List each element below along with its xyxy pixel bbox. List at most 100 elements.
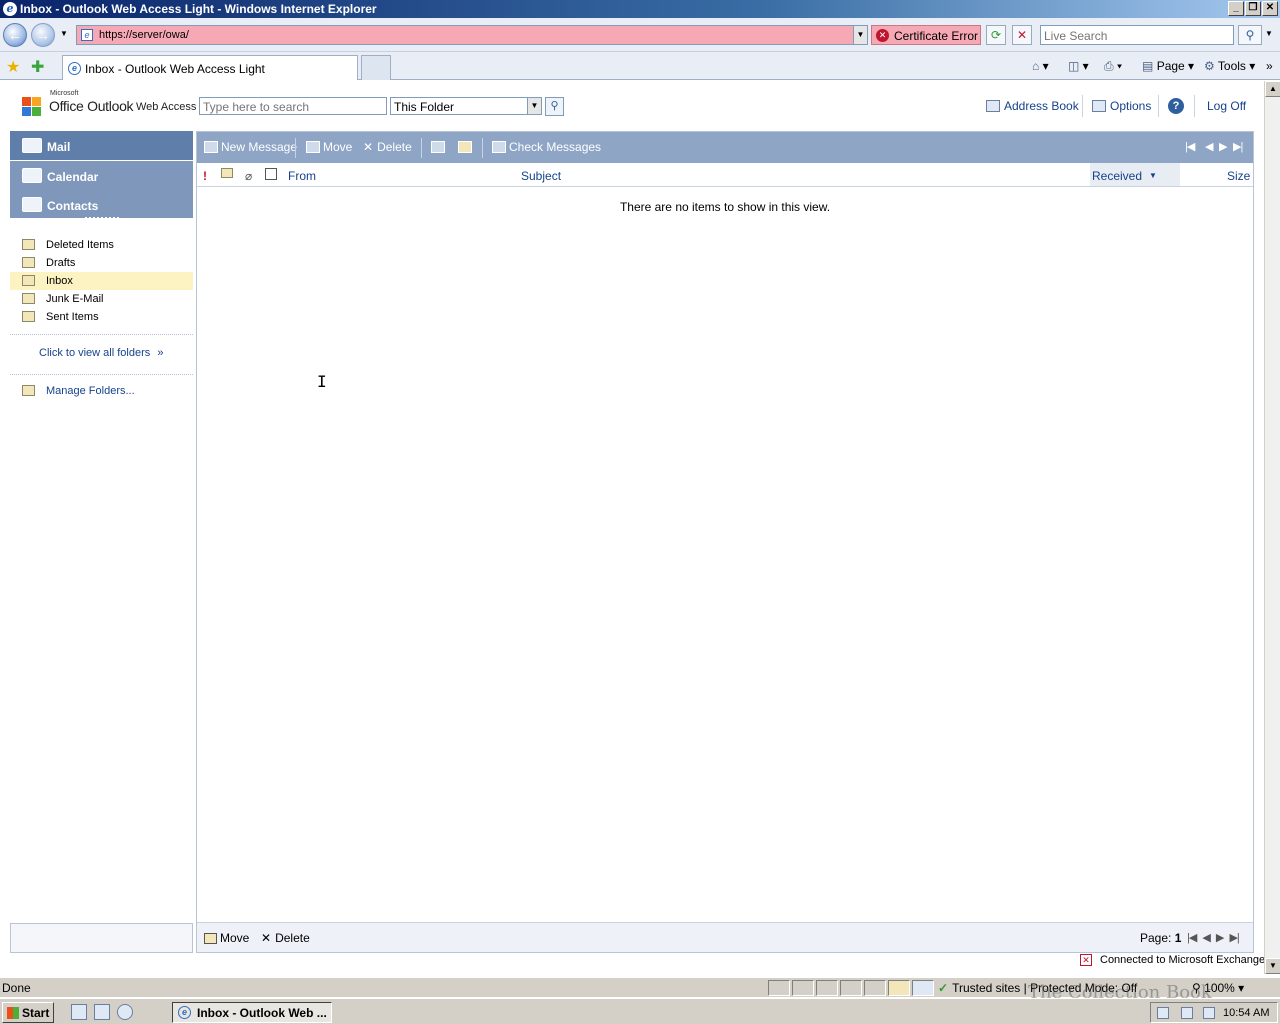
- status-cell: [792, 980, 814, 996]
- stop-button[interactable]: ✕: [1012, 25, 1032, 45]
- importance-column-icon[interactable]: !: [203, 169, 207, 183]
- clock: 10:54 AM: [1223, 1007, 1270, 1019]
- delete-button[interactable]: ✕ Delete: [363, 140, 412, 154]
- forward-button[interactable]: →: [31, 23, 55, 47]
- select-all-checkbox[interactable]: [265, 168, 277, 180]
- owa-search-field[interactable]: [199, 97, 387, 115]
- envelope-column-icon[interactable]: [221, 168, 233, 178]
- live-search-field[interactable]: [1040, 25, 1234, 45]
- delete-label: Delete: [377, 140, 412, 154]
- folder-drafts[interactable]: Drafts: [10, 254, 193, 272]
- last-page-icon[interactable]: ▶|: [1233, 140, 1243, 153]
- inbox-icon: [22, 275, 35, 286]
- print-button[interactable]: ⎙ ▾: [1104, 57, 1122, 75]
- move-label: Move: [323, 140, 353, 154]
- certificate-error-button[interactable]: ✕ Certificate Error: [871, 25, 981, 45]
- new-message-button[interactable]: New Message: [204, 140, 297, 154]
- tools-menu-button[interactable]: ⚙ Tools ▾: [1204, 57, 1255, 75]
- scroll-up-button[interactable]: ▲: [1265, 81, 1280, 97]
- folder-junk-email[interactable]: Junk E-Mail: [10, 290, 193, 308]
- mark-read-button[interactable]: [431, 140, 448, 154]
- network-tray-icon[interactable]: [1181, 1007, 1193, 1019]
- open-envelope-icon: [431, 141, 445, 153]
- feeds-button[interactable]: ◫ ▾: [1068, 57, 1089, 75]
- from-column-header[interactable]: From: [288, 169, 316, 183]
- mark-unread-button[interactable]: [458, 140, 475, 154]
- live-search-button[interactable]: ⚲: [1238, 25, 1262, 45]
- last-page-icon[interactable]: ▶|: [1229, 932, 1239, 944]
- chevron-down-icon[interactable]: ▼: [527, 98, 541, 114]
- nav-mail-button[interactable]: Mail: [10, 131, 193, 160]
- privacy-icon[interactable]: [912, 980, 934, 996]
- next-page-icon[interactable]: ▶: [1219, 140, 1228, 153]
- add-favorite-icon[interactable]: ✚: [31, 57, 44, 77]
- back-button[interactable]: ←: [3, 23, 27, 47]
- volume-tray-icon[interactable]: [1203, 1007, 1215, 1019]
- help-icon[interactable]: ?: [1168, 98, 1184, 114]
- security-tray-icon[interactable]: [1157, 1007, 1169, 1019]
- tab-inbox[interactable]: e Inbox - Outlook Web Access Light: [62, 55, 358, 80]
- size-column-header[interactable]: Size: [1227, 169, 1250, 183]
- drafts-icon: [22, 257, 35, 268]
- home-button[interactable]: ⌂ ▾: [1032, 57, 1049, 75]
- refresh-button[interactable]: ⟳: [986, 25, 1006, 45]
- vertical-scrollbar[interactable]: ▲ ▼: [1264, 81, 1280, 974]
- start-button[interactable]: Start: [2, 1002, 54, 1023]
- previous-page-icon[interactable]: ◀: [1205, 140, 1214, 153]
- address-book-link[interactable]: Address Book: [986, 99, 1079, 113]
- nav-calendar-button[interactable]: Calendar: [10, 161, 193, 190]
- attachment-column-icon[interactable]: ⌀: [245, 169, 252, 183]
- left-navigation: Mail Calendar Contacts Deleted Items Dra…: [10, 131, 193, 953]
- taskbar-item-ie[interactable]: e Inbox - Outlook Web ...: [172, 1002, 332, 1023]
- bottom-move-button[interactable]: Move: [204, 931, 249, 945]
- search-scope-select[interactable]: This Folder ▼: [390, 97, 542, 115]
- folder-deleted-items[interactable]: Deleted Items: [10, 236, 193, 254]
- manage-folders-link[interactable]: Manage Folders...: [22, 385, 135, 397]
- first-page-icon[interactable]: |◀: [1187, 932, 1197, 944]
- live-search-input[interactable]: [1044, 29, 1232, 43]
- server-manager-icon[interactable]: [71, 1004, 87, 1020]
- view-all-folders-link[interactable]: Click to view all folders »: [39, 347, 163, 359]
- minimize-button[interactable]: _: [1228, 1, 1244, 16]
- restore-button[interactable]: ❐: [1245, 1, 1261, 16]
- page-menu-button[interactable]: ▤ Page ▾: [1142, 57, 1194, 75]
- sort-descending-icon[interactable]: ▼: [1149, 171, 1157, 180]
- scroll-down-button[interactable]: ▼: [1265, 958, 1280, 974]
- folder-sent-items[interactable]: Sent Items: [10, 308, 193, 326]
- new-tab-button[interactable]: [361, 55, 391, 80]
- close-window-button[interactable]: ✕: [1262, 1, 1278, 16]
- first-page-icon[interactable]: |◀: [1185, 140, 1195, 153]
- owa-search-input[interactable]: [203, 100, 385, 114]
- message-list-pane: New Message Move ✕ Delete Check Messages …: [196, 131, 1254, 953]
- check-messages-button[interactable]: Check Messages: [492, 140, 601, 154]
- address-url[interactable]: https://server/owa/: [99, 29, 189, 41]
- move-button[interactable]: Move: [306, 140, 352, 154]
- next-page-icon[interactable]: ▶: [1216, 932, 1225, 944]
- subject-column-header[interactable]: Subject: [521, 169, 561, 183]
- move-icon: [306, 141, 320, 153]
- popup-blocker-icon[interactable]: [888, 980, 910, 996]
- page-indicator: Page: 1: [1140, 931, 1181, 945]
- received-column-header[interactable]: Received: [1092, 169, 1142, 183]
- favorites-star-icon[interactable]: ★: [6, 57, 20, 77]
- folder-inbox[interactable]: Inbox: [10, 272, 193, 290]
- options-link[interactable]: Options: [1092, 99, 1151, 113]
- address-field[interactable]: e https://server/owa/ ▼: [76, 25, 868, 45]
- show-desktop-icon[interactable]: [94, 1004, 110, 1020]
- search-options-dropdown-icon[interactable]: ▼: [1265, 29, 1273, 38]
- search-button[interactable]: ⚲: [545, 97, 564, 116]
- address-dropdown-icon[interactable]: ▼: [853, 26, 867, 44]
- taskbar-item-label: Inbox - Outlook Web ...: [197, 1006, 327, 1020]
- shield-error-icon: ✕: [876, 29, 889, 42]
- log-off-link[interactable]: Log Off: [1207, 99, 1246, 113]
- page-menu-label: Page: [1156, 59, 1185, 73]
- window-titlebar: e Inbox - Outlook Web Access Light - Win…: [0, 0, 1280, 18]
- nav-contacts-button[interactable]: Contacts: [10, 190, 193, 218]
- bottom-move-label: Move: [220, 931, 250, 945]
- more-commands-icon[interactable]: »: [1266, 57, 1273, 75]
- internet-explorer-icon[interactable]: [117, 1004, 133, 1020]
- previous-page-icon[interactable]: ◀: [1202, 932, 1211, 944]
- nav-resize-grip[interactable]: [85, 217, 119, 221]
- bottom-delete-button[interactable]: ✕ Delete: [261, 931, 310, 945]
- history-dropdown-icon[interactable]: ▼: [60, 29, 68, 38]
